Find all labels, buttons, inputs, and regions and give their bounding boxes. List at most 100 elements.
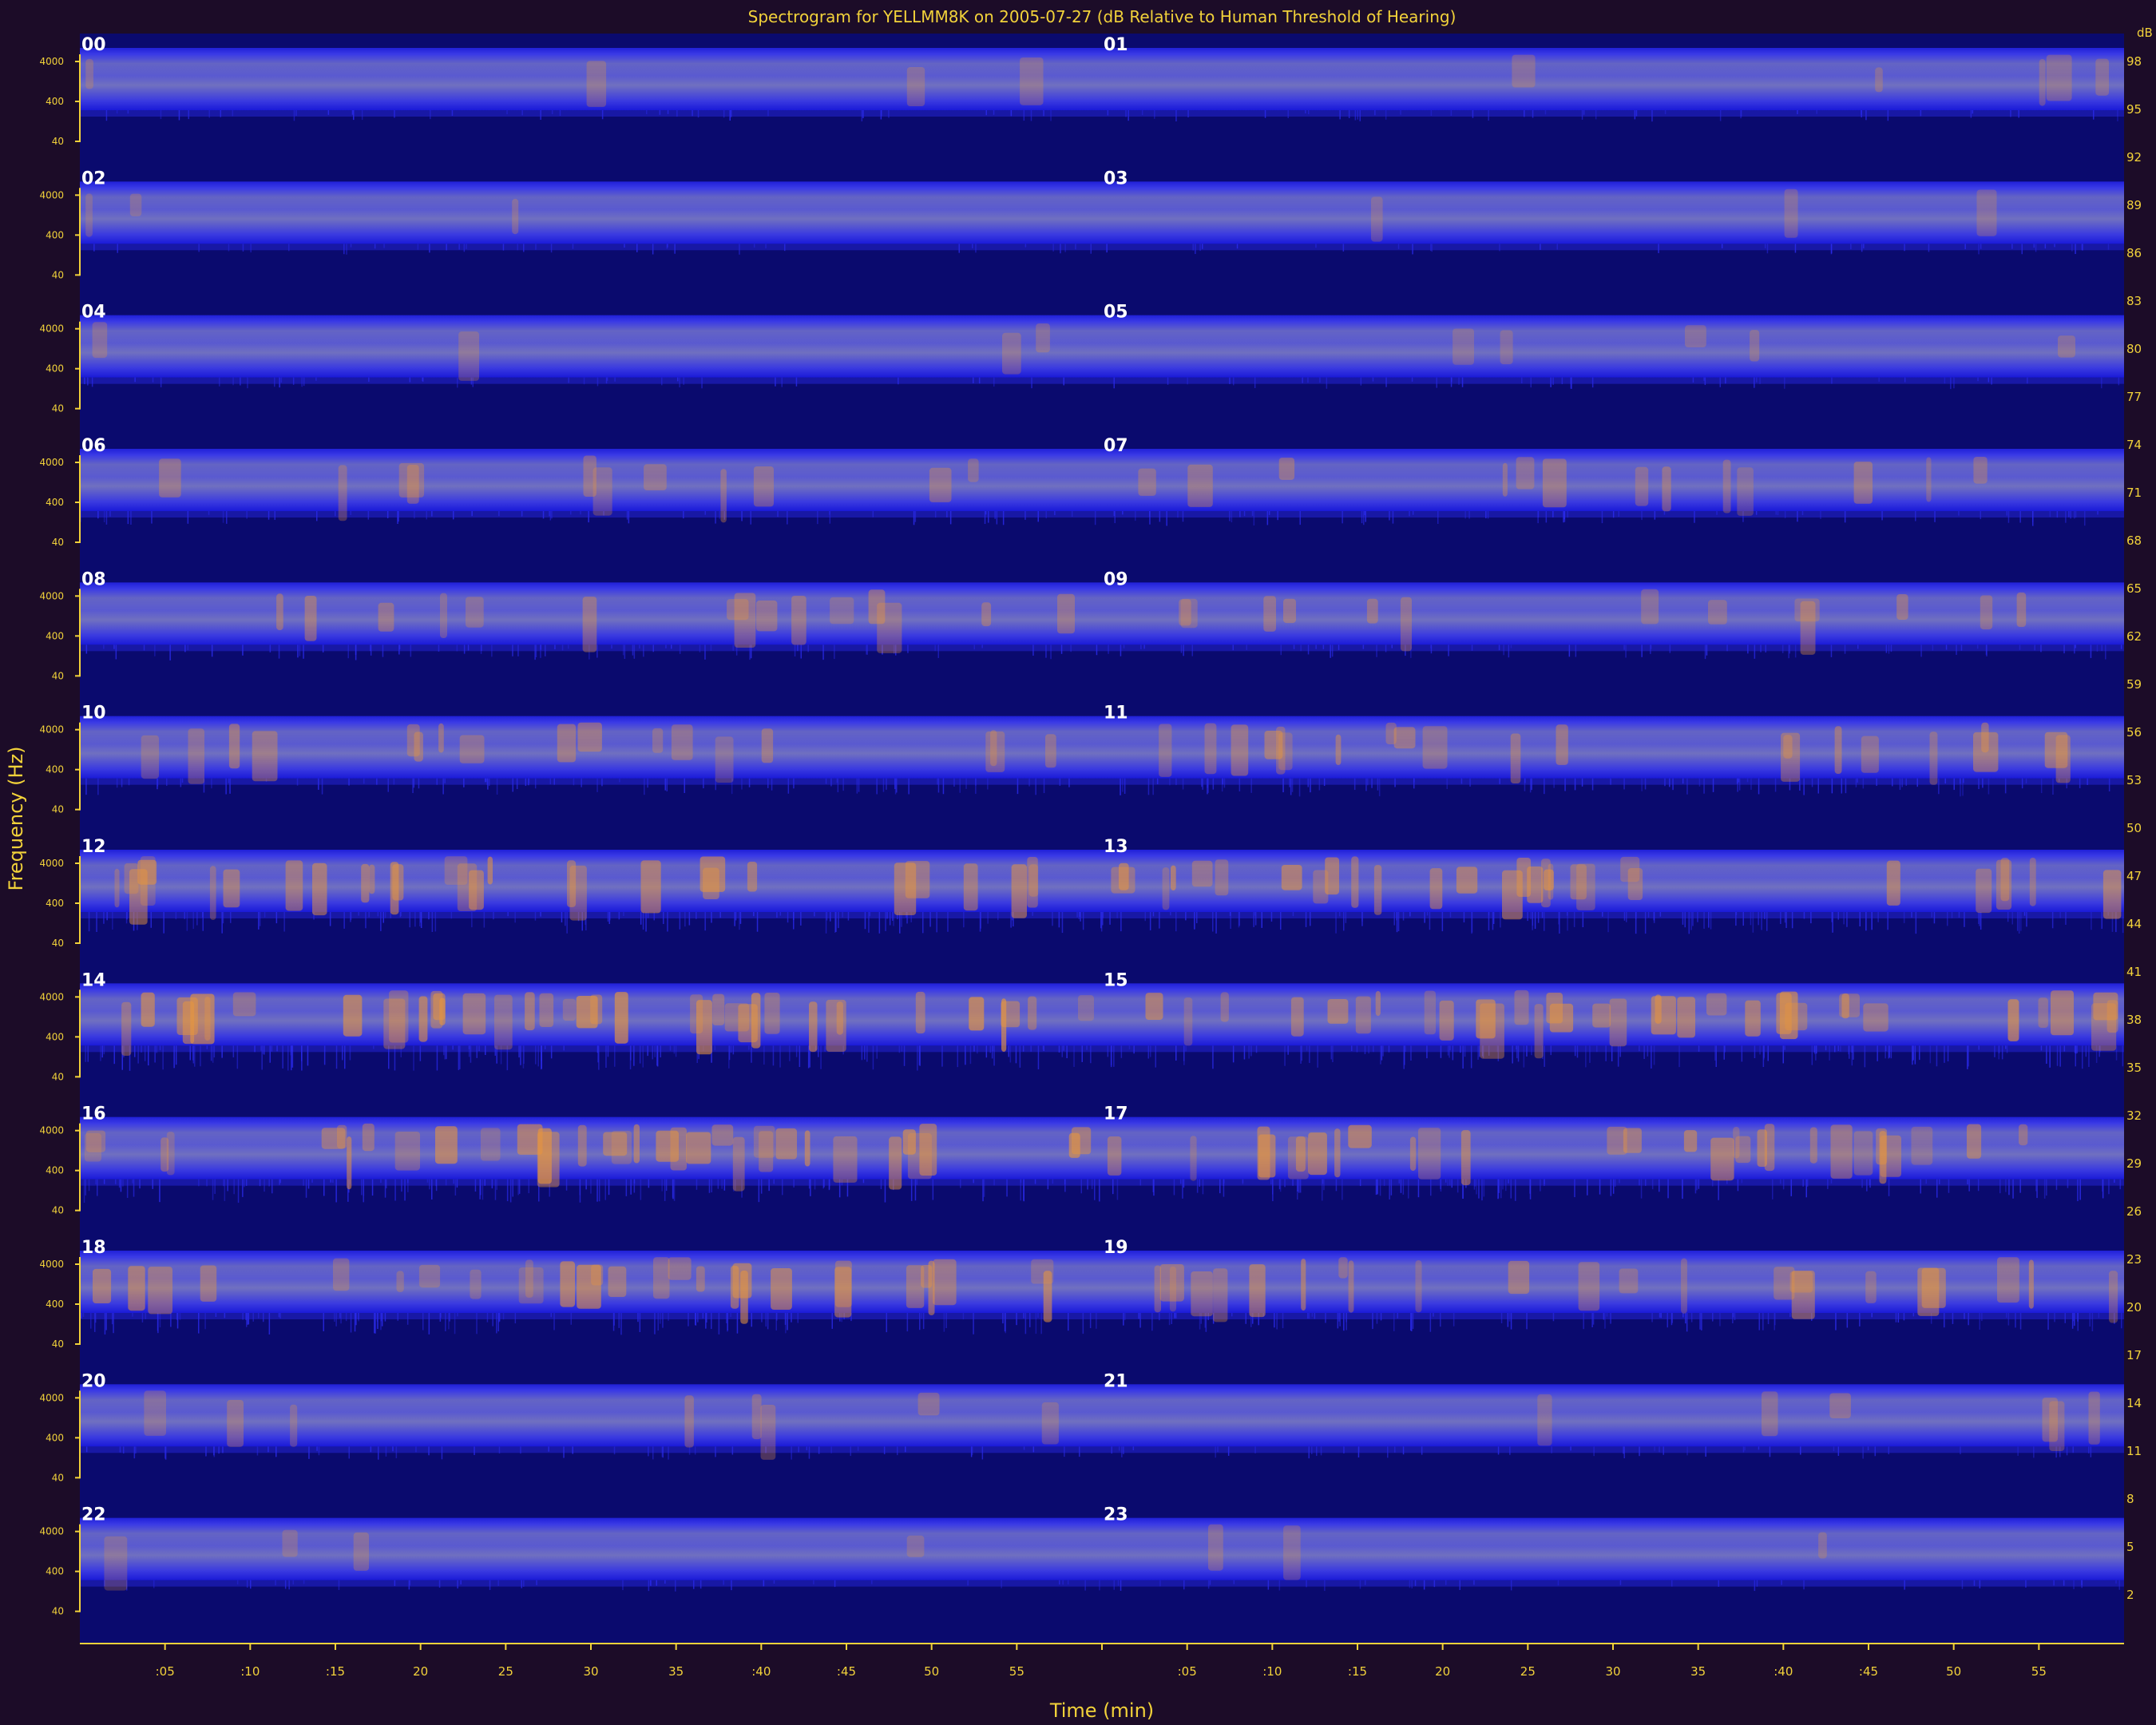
noise-streak [1862, 778, 1865, 789]
noise-streak [233, 1179, 235, 1195]
noise-streak [943, 1313, 945, 1332]
noise-streak [1452, 1045, 1454, 1061]
acoustic-event [905, 861, 930, 898]
colorbar-tick: 74 [2126, 438, 2142, 452]
noise-streak [338, 1580, 340, 1590]
noise-streak [1759, 1045, 1761, 1055]
noise-streak [232, 1045, 235, 1058]
acoustic-event [1548, 863, 1554, 900]
noise-streak [1397, 912, 1400, 931]
noise-streak [1122, 511, 1124, 515]
noise-streak [736, 1313, 739, 1334]
acoustic-event [141, 992, 155, 1027]
noise-streak [1692, 912, 1694, 926]
noise-streak [937, 778, 940, 793]
noise-streak [1392, 511, 1394, 524]
noise-streak [628, 511, 630, 524]
noise-streak [1566, 912, 1568, 916]
acoustic-event [1534, 1004, 1544, 1059]
noise-streak [684, 912, 686, 927]
noise-streak [667, 110, 669, 114]
acoustic-event [1071, 1127, 1092, 1155]
noise-streak [232, 377, 234, 386]
acoustic-event [1171, 865, 1176, 890]
noise-streak [668, 1446, 669, 1460]
noise-streak [1604, 1313, 1606, 1329]
noise-streak [1701, 1313, 1702, 1330]
noise-streak [228, 244, 230, 252]
noise-streak [797, 1313, 799, 1323]
noise-streak [308, 1446, 310, 1459]
noise-streak [1183, 1580, 1185, 1590]
noise-streak [278, 1313, 280, 1318]
noise-streak [534, 912, 537, 921]
colorbar-tick: 38 [2126, 1013, 2142, 1027]
noise-streak [1740, 110, 1742, 119]
noise-streak [413, 1045, 414, 1071]
acoustic-event [1609, 998, 1627, 1047]
noise-streak [184, 644, 186, 652]
noise-streak [1859, 912, 1861, 926]
noise-streak [1865, 110, 1867, 121]
acoustic-event [761, 728, 774, 763]
noise-streak [350, 511, 351, 515]
noise-streak [1862, 1446, 1864, 1459]
noise-streak [824, 1045, 826, 1052]
noise-streak [1316, 1446, 1318, 1457]
noise-streak [303, 1179, 304, 1186]
noise-streak [1977, 377, 1979, 382]
acoustic-event [963, 863, 978, 911]
noise-streak [236, 1580, 239, 1584]
noise-streak [1447, 1179, 1449, 1186]
y-axis-label: Frequency (Hz) [5, 747, 27, 891]
noise-streak [414, 511, 415, 519]
noise-streak [1529, 778, 1532, 793]
noise-streak [1086, 1045, 1088, 1050]
noise-streak [1125, 110, 1127, 117]
noise-streak [1903, 1313, 1905, 1321]
noise-streak [2107, 244, 2110, 250]
noise-streak [1223, 778, 1226, 788]
y-tick-label: 400 [46, 898, 64, 909]
noise-streak [90, 1313, 92, 1329]
spectrum-band [80, 315, 1102, 378]
colorbar-tick: 50 [2126, 821, 2142, 835]
acoustic-event [917, 1392, 940, 1416]
noise-streak [2118, 377, 2120, 386]
noise-streak [596, 778, 598, 792]
noise-streak [1175, 1313, 1177, 1319]
noise-streak [506, 110, 508, 114]
noise-streak [371, 1179, 374, 1196]
noise-streak [2054, 244, 2055, 248]
noise-streak [1424, 912, 1425, 923]
noise-streak [1719, 110, 1722, 121]
acoustic-event [1257, 1126, 1270, 1180]
hour-label: 07 [1104, 436, 1128, 456]
noise-streak [189, 1045, 191, 1061]
acoustic-event [586, 61, 607, 107]
noise-streak [1775, 511, 1777, 515]
acoustic-event [389, 990, 409, 1043]
noise-streak [525, 778, 527, 787]
noise-streak [1071, 511, 1073, 518]
noise-streak [96, 912, 97, 932]
noise-streak [1298, 1179, 1300, 1193]
noise-streak [1635, 110, 1638, 117]
noise-streak [126, 912, 128, 920]
noise-streak [91, 377, 93, 387]
noise-streak [660, 1045, 661, 1058]
noise-streak [982, 1179, 984, 1202]
acoustic-event [830, 597, 854, 625]
acoustic-event [1818, 1532, 1827, 1559]
noise-streak [1343, 1446, 1345, 1453]
noise-streak [213, 1446, 215, 1456]
noise-streak [1166, 511, 1167, 526]
noise-streak [1794, 244, 1797, 253]
spectrum-fringe [1102, 778, 2124, 785]
noise-streak [1446, 778, 1448, 789]
noise-streak [973, 377, 974, 383]
acoustic-event [539, 993, 554, 1027]
noise-streak [1364, 511, 1365, 515]
acoustic-event [140, 856, 156, 906]
noise-streak [715, 511, 716, 524]
